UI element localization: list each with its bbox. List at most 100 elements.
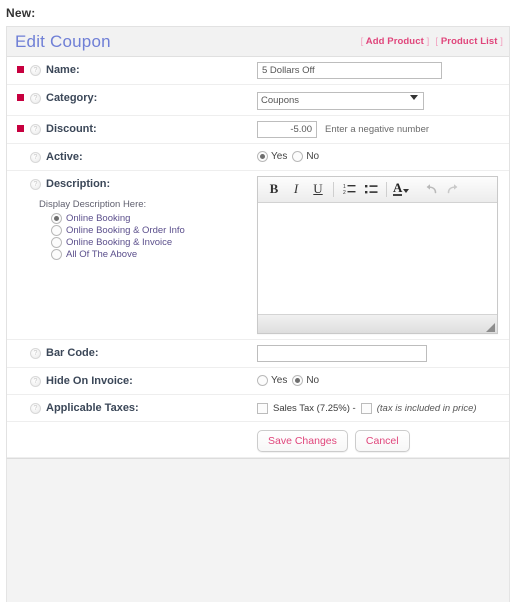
label-cell-category: ? Category:	[7, 85, 257, 111]
description-display-options: Display Description Here: Online Booking…	[39, 199, 185, 261]
form-row-discount: ? Discount: Enter a negative number	[7, 115, 509, 144]
panel-header: Edit Coupon [ Add Product ] [ Product Li…	[7, 27, 509, 57]
bracket-open: [	[435, 36, 439, 47]
hide-on-invoice-radio-yes[interactable]: Yes	[257, 374, 288, 386]
toolbar-divider	[386, 181, 387, 197]
label-cell-discount: ? Discount:	[7, 116, 257, 142]
description-option-online-booking[interactable]: Online Booking	[51, 212, 185, 224]
description-option-label: Online Booking & Order Info	[66, 224, 185, 236]
label-cell-active: ? Active:	[7, 144, 257, 170]
active-radio-yes[interactable]: Yes	[257, 150, 288, 162]
save-changes-button[interactable]: Save Changes	[257, 429, 348, 452]
discount-hint: Enter a negative number	[325, 123, 430, 135]
header-links: [ Add Product ] [ Product List ]	[361, 36, 503, 47]
hide-on-invoice-radio-group: Yes No	[257, 373, 319, 386]
editor-content-area[interactable]	[258, 202, 497, 314]
field-cell-hide-on-invoice: Yes No	[257, 368, 509, 391]
text-color-letter: A	[393, 180, 403, 196]
label-cell-barcode: ? Bar Code:	[7, 340, 257, 366]
editor-toolbar: B I U 1 2 A	[258, 176, 497, 203]
svg-text:2: 2	[343, 190, 346, 195]
marker-spacer	[17, 177, 24, 191]
bottom-empty-panel	[6, 457, 510, 602]
tax-options: Sales Tax (7.25%) - (tax is included in …	[257, 400, 477, 414]
question-circle-icon[interactable]: ?	[30, 123, 41, 135]
form-row-barcode: ? Bar Code:	[7, 339, 509, 368]
category-select[interactable]: Coupons	[257, 91, 424, 110]
text-color-icon[interactable]: A	[391, 180, 411, 196]
undo-glyph	[426, 184, 437, 194]
field-cell-name	[257, 57, 509, 84]
undo-icon[interactable]	[420, 179, 442, 199]
name-input[interactable]	[257, 62, 442, 79]
italic-icon[interactable]: I	[285, 179, 307, 199]
cancel-button[interactable]: Cancel	[354, 429, 410, 452]
sales-tax-checkbox[interactable]	[257, 402, 268, 414]
radio-icon	[51, 224, 62, 236]
description-option-label: All Of The Above	[66, 248, 138, 260]
question-circle-icon[interactable]: ?	[30, 65, 41, 76]
label-cell-hide-on-invoice: ? Hide On Invoice:	[7, 368, 257, 394]
tax-included-note: (tax is included in price)	[376, 402, 477, 414]
question-circle-icon[interactable]: ?	[30, 93, 41, 104]
form-row-name: ? Name:	[7, 57, 509, 85]
label-category: Category:	[46, 92, 98, 104]
add-product-link[interactable]: [ Add Product ]	[361, 36, 430, 47]
category-select-wrap: Coupons	[257, 90, 424, 110]
radio-icon	[51, 248, 62, 260]
question-circle-icon[interactable]: ?	[30, 347, 41, 359]
bold-icon[interactable]: B	[263, 179, 285, 199]
active-yes-label: Yes	[271, 150, 288, 162]
description-option-label: Online Booking	[66, 212, 131, 224]
description-option-online-booking-invoice[interactable]: Online Booking & Invoice	[51, 236, 185, 248]
edit-coupon-panel: Edit Coupon [ Add Product ] [ Product Li…	[6, 26, 510, 458]
product-list-link[interactable]: [ Product List ]	[435, 36, 503, 47]
label-cell-actions	[7, 422, 257, 434]
description-option-online-booking-order-info[interactable]: Online Booking & Order Info	[51, 224, 185, 236]
sales-tax-label: Sales Tax (7.25%) -	[273, 402, 356, 414]
underline-icon[interactable]: U	[307, 179, 329, 199]
description-option-all-of-the-above[interactable]: All Of The Above	[51, 248, 185, 260]
ordered-list-glyph: 1 2	[343, 184, 355, 195]
action-buttons: Save Changes Cancel	[257, 427, 410, 452]
field-cell-active: Yes No	[257, 144, 509, 167]
tax-included-checkbox[interactable]	[360, 402, 372, 414]
bullet-list-icon[interactable]	[360, 179, 382, 199]
label-barcode: Bar Code:	[46, 346, 99, 359]
chevron-down-icon	[403, 189, 410, 193]
label-cell-name: ? Name:	[7, 57, 257, 83]
form-row-description: ? Description: Display Description Here:…	[7, 170, 509, 340]
hide-on-invoice-radio-no[interactable]: No	[292, 374, 319, 386]
toolbar-divider	[415, 182, 416, 197]
new-record-label: New:	[6, 6, 36, 20]
discount-input[interactable]	[257, 120, 317, 138]
active-no-label: No	[306, 150, 320, 162]
field-cell-description: B I U 1 2 A	[257, 171, 509, 339]
question-circle-icon[interactable]: ?	[30, 178, 41, 190]
required-marker	[17, 66, 24, 73]
ordered-list-icon[interactable]: 1 2	[338, 179, 360, 199]
redo-glyph	[448, 184, 458, 194]
field-cell-discount: Enter a negative number	[257, 116, 509, 143]
toolbar-divider	[333, 181, 334, 197]
active-radio-no[interactable]: No	[292, 150, 320, 162]
question-circle-icon[interactable]: ?	[30, 151, 41, 163]
radio-icon-selected	[292, 374, 304, 386]
barcode-input[interactable]	[257, 344, 427, 362]
page-root: New: Edit Coupon [ Add Product ] [ Produ…	[0, 0, 516, 602]
label-active: Active:	[46, 150, 83, 163]
resize-handle-icon[interactable]	[486, 322, 495, 332]
form-row-hide-on-invoice: ? Hide On Invoice: Yes No	[7, 367, 509, 395]
label-description: Description:	[46, 177, 111, 190]
label-hide-on-invoice: Hide On Invoice:	[46, 374, 133, 387]
question-circle-icon[interactable]: ?	[30, 402, 41, 414]
question-circle-icon[interactable]: ?	[30, 375, 41, 387]
hide-yes-label: Yes	[271, 374, 288, 386]
radio-icon-selected	[51, 212, 62, 224]
product-list-label: Product List	[440, 36, 498, 47]
active-radio-group: Yes No	[257, 149, 319, 162]
label-applicable-taxes: Applicable Taxes:	[46, 401, 139, 414]
editor-status-bar	[258, 313, 497, 333]
redo-icon[interactable]	[442, 179, 464, 199]
required-marker	[17, 124, 24, 132]
